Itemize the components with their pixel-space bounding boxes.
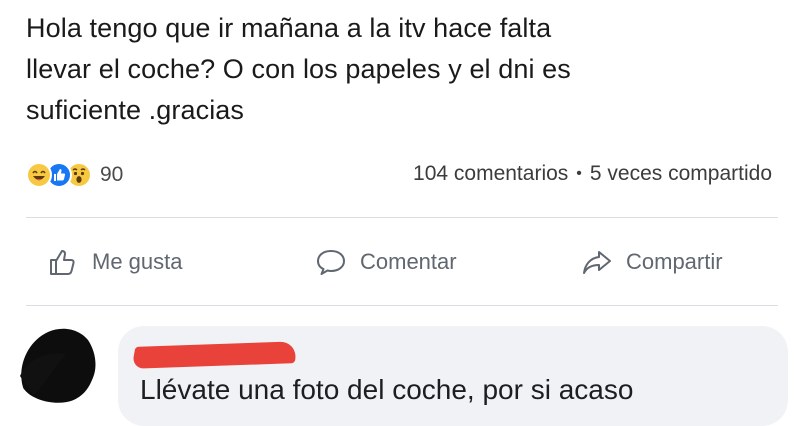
shares-count-link[interactable]: 5 veces compartido bbox=[590, 162, 772, 186]
share-button[interactable]: Compartir bbox=[580, 240, 723, 284]
comment-button[interactable]: Comentar bbox=[314, 240, 457, 284]
share-label: Compartir bbox=[626, 249, 723, 274]
avatar-redaction-scribble bbox=[20, 328, 96, 403]
post-stats: 90 104 comentarios • 5 veces compartido bbox=[26, 156, 786, 192]
comment-bubble: Llévate una foto del coche, por si acaso bbox=[118, 326, 788, 426]
haha-icon bbox=[26, 162, 52, 188]
comments-count-link[interactable]: 104 comentarios bbox=[413, 162, 568, 186]
comment-text: Llévate una foto del coche, por si acaso bbox=[140, 374, 634, 405]
commenter-avatar[interactable] bbox=[14, 320, 98, 404]
thumbs-up-icon bbox=[46, 245, 80, 279]
speech-bubble-icon bbox=[314, 245, 348, 279]
post-actions-bar: Me gusta Comentar Compartir bbox=[40, 240, 780, 284]
separator-dot: • bbox=[576, 165, 582, 182]
reactions-summary[interactable]: 90 bbox=[26, 160, 123, 190]
share-arrow-icon bbox=[580, 245, 614, 279]
like-label: Me gusta bbox=[92, 249, 183, 274]
divider-top bbox=[26, 217, 778, 218]
like-button[interactable]: Me gusta bbox=[46, 240, 183, 284]
post-text: Hola tengo que ir mañana a la itv hace f… bbox=[26, 13, 571, 125]
facebook-post: Hola tengo que ir mañana a la itv hace f… bbox=[0, 0, 800, 426]
reaction-count: 90 bbox=[100, 163, 124, 186]
divider-bottom bbox=[26, 305, 778, 306]
redacted-commenter-name bbox=[131, 341, 299, 369]
comment: Llévate una foto del coche, por si acaso bbox=[0, 318, 800, 426]
comment-label: Comentar bbox=[360, 249, 457, 274]
engagement-counts: 104 comentarios • 5 veces compartido bbox=[413, 162, 772, 186]
